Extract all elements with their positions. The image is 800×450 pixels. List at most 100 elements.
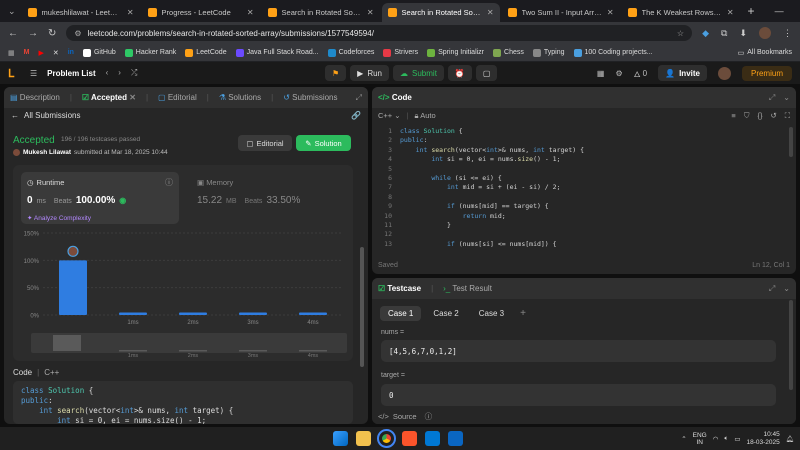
browser-tab[interactable]: Search in Rotated Sorted A ✕ [262, 3, 380, 22]
fullscreen-icon[interactable]: ⛶ [785, 111, 790, 121]
notification-bell-icon[interactable]: 🔔︎ [786, 435, 794, 443]
run-button[interactable]: ▶ Run [350, 65, 390, 81]
left-scrollbar[interactable] [360, 247, 364, 367]
user-avatar[interactable] [717, 66, 731, 80]
collapse-editor-icon[interactable]: ⌄ [783, 93, 790, 103]
solution-button[interactable]: ✎ Solution [296, 135, 351, 151]
bookmark-item[interactable]: GitHub [82, 48, 116, 57]
file-explorer-icon[interactable] [356, 431, 371, 446]
close-tab-icon[interactable]: ✕ [127, 8, 134, 17]
linkedin-icon[interactable] [448, 431, 463, 446]
browser-tab[interactable]: Search in Rotated Sorted A ✕ [381, 3, 500, 22]
layout-icon[interactable]: ▦ [597, 69, 605, 78]
close-tab-icon[interactable]: ✕ [247, 8, 254, 17]
next-problem-icon[interactable]: › [118, 68, 121, 78]
url-bar[interactable]: ⚙ leetcode.com/problems/search-in-rotate… [66, 25, 693, 41]
bookmark-item[interactable]: Codeforces [327, 48, 374, 57]
bookmark-star-icon[interactable]: ☆ [677, 29, 684, 38]
close-tab-icon[interactable]: ✕ [727, 8, 734, 17]
reset-icon[interactable]: ↺ [770, 111, 776, 121]
extensions-puzzle-icon[interactable]: ⧉ [721, 28, 727, 39]
browser-tab[interactable]: Progress - LeetCode ✕ [142, 3, 260, 22]
timer-button[interactable]: ⏰ [447, 65, 472, 81]
site-info-icon[interactable]: ⚙ [74, 29, 81, 38]
code-editor[interactable]: 1 2 3 4 5 6 7 8 9 10 11 12 13 class Solution { publi… [372, 123, 796, 251]
tab-testcase[interactable]: ☑ Testcase [378, 284, 421, 293]
problem-list-icon[interactable]: ☰ [30, 69, 37, 78]
minimize-icon[interactable]: — [775, 6, 784, 17]
downloads-icon[interactable]: ⬇ [739, 28, 747, 39]
format-icon[interactable]: ≡ [731, 111, 735, 121]
bookmark-item[interactable]: Hacker Rank [124, 48, 176, 57]
debug-button[interactable]: ⚑ [325, 65, 347, 81]
apps-grid-icon[interactable]: ▦ [8, 49, 15, 57]
memory-card[interactable]: ▣ Memory 15.22 MB Beats 33.50% [193, 172, 343, 224]
streak[interactable]: 🜂 0 [634, 65, 647, 82]
back-icon[interactable]: ← [8, 28, 18, 39]
chrome-icon[interactable] [377, 429, 396, 448]
profile-avatar[interactable] [759, 27, 771, 39]
browser-tab[interactable]: mukeshlilawat - LeetCode ✕ [22, 3, 140, 22]
collapse-testcase-icon[interactable]: ⌄ [783, 284, 790, 294]
close-tab-icon[interactable]: ✕ [607, 8, 614, 17]
tab-search-icon[interactable]: ⌄ [4, 6, 22, 22]
tab-test-result[interactable]: ›_ Test Result [443, 284, 492, 293]
bookmark-item[interactable]: 100 Coding projects... [573, 48, 653, 57]
bookmark-item[interactable]: LeetCode [185, 48, 227, 57]
tab-code[interactable]: </> Code [378, 93, 412, 102]
all-submissions-link[interactable]: All Submissions [24, 111, 80, 120]
battery-icon[interactable]: ▭ [734, 435, 740, 443]
tab-submissions[interactable]: ↺ Submissions [283, 93, 337, 102]
braces-icon[interactable]: {} [757, 111, 762, 121]
extension-icon[interactable]: ◆ [702, 28, 709, 39]
tab-editorial[interactable]: ▢ Editorial [158, 93, 197, 102]
maximize-editor-icon[interactable]: ⤢ [769, 93, 775, 103]
case-tab-1[interactable]: Case 1 [380, 306, 422, 321]
tray-chevron-icon[interactable]: ⌃ [681, 435, 686, 443]
brave-icon[interactable] [402, 431, 417, 446]
add-case-icon[interactable]: + [516, 308, 526, 319]
linkedin-bm-icon[interactable]: in [68, 49, 74, 56]
settings-gear-icon[interactable]: ⚙ [615, 69, 622, 78]
x-icon[interactable]: ✕ [53, 49, 59, 57]
target-input[interactable]: 0 [381, 384, 776, 406]
shuffle-icon[interactable]: ⤮ [131, 68, 137, 78]
maximize-testcase-icon[interactable]: ⤢ [769, 284, 775, 294]
runtime-card[interactable]: ◷ Runtime ⓘ 0 ms Beats 100.00% ◉ ✦ Analyz… [21, 172, 179, 224]
all-bookmarks[interactable]: ▭ All Bookmarks [738, 49, 792, 57]
youtube-icon[interactable]: ▶ [38, 49, 43, 57]
testcase-scrollbar[interactable] [789, 300, 793, 390]
tab-solutions[interactable]: ⚗ Solutions [219, 93, 261, 102]
windows-start-icon[interactable] [333, 431, 348, 446]
prev-problem-icon[interactable]: ‹ [106, 68, 109, 78]
source-link[interactable]: Source [393, 412, 417, 421]
auto-mode-toggle[interactable]: 🔒︎ Auto [415, 111, 436, 121]
submit-button[interactable]: ☁ Submit [393, 65, 444, 81]
bookmark-icon[interactable]: ⛉ [744, 111, 750, 121]
browser-tab[interactable]: The K Weakest Rows in a M ✕ [622, 3, 740, 22]
browser-tab[interactable]: Two Sum II - Input Array Is ✕ [502, 3, 620, 22]
notes-button[interactable]: ▢ [475, 65, 498, 81]
analyze-complexity-link[interactable]: ✦ Analyze Complexity [27, 214, 91, 222]
menu-kebab-icon[interactable]: ⋮ [783, 28, 792, 39]
case-tab-3[interactable]: Case 3 [471, 306, 512, 321]
bookmark-item[interactable]: Java Full Stack Road... [235, 48, 319, 57]
panel-maximize-icon[interactable]: ⤢ [356, 93, 362, 103]
author-name[interactable]: Mukesh Lilawat [23, 149, 71, 156]
editor-scrollbar[interactable] [789, 127, 793, 157]
volume-icon[interactable]: 🔈︎ [724, 435, 728, 443]
clock[interactable]: 10:45 18-03-2025 [746, 431, 779, 447]
bookmark-item[interactable]: Typing [532, 48, 565, 57]
problem-list-link[interactable]: Problem List [47, 69, 95, 78]
share-link-icon[interactable]: 🔗 [351, 111, 361, 120]
close-tab-icon[interactable]: ✕ [487, 8, 494, 17]
nums-input[interactable]: [4,5,6,7,0,1,2] [381, 340, 776, 362]
language-indicator[interactable]: ENG IN [693, 432, 707, 446]
help-icon[interactable]: ⓘ [425, 411, 433, 422]
bookmark-item[interactable]: Chess [493, 48, 524, 57]
bookmark-item[interactable]: Strivers [383, 48, 418, 57]
tab-description[interactable]: ▤ Description [10, 93, 60, 102]
back-arrow-icon[interactable]: ← [11, 111, 19, 120]
bookmark-item[interactable]: Spring Initializr [427, 48, 484, 57]
close-tab-icon[interactable]: ✕ [129, 93, 136, 102]
